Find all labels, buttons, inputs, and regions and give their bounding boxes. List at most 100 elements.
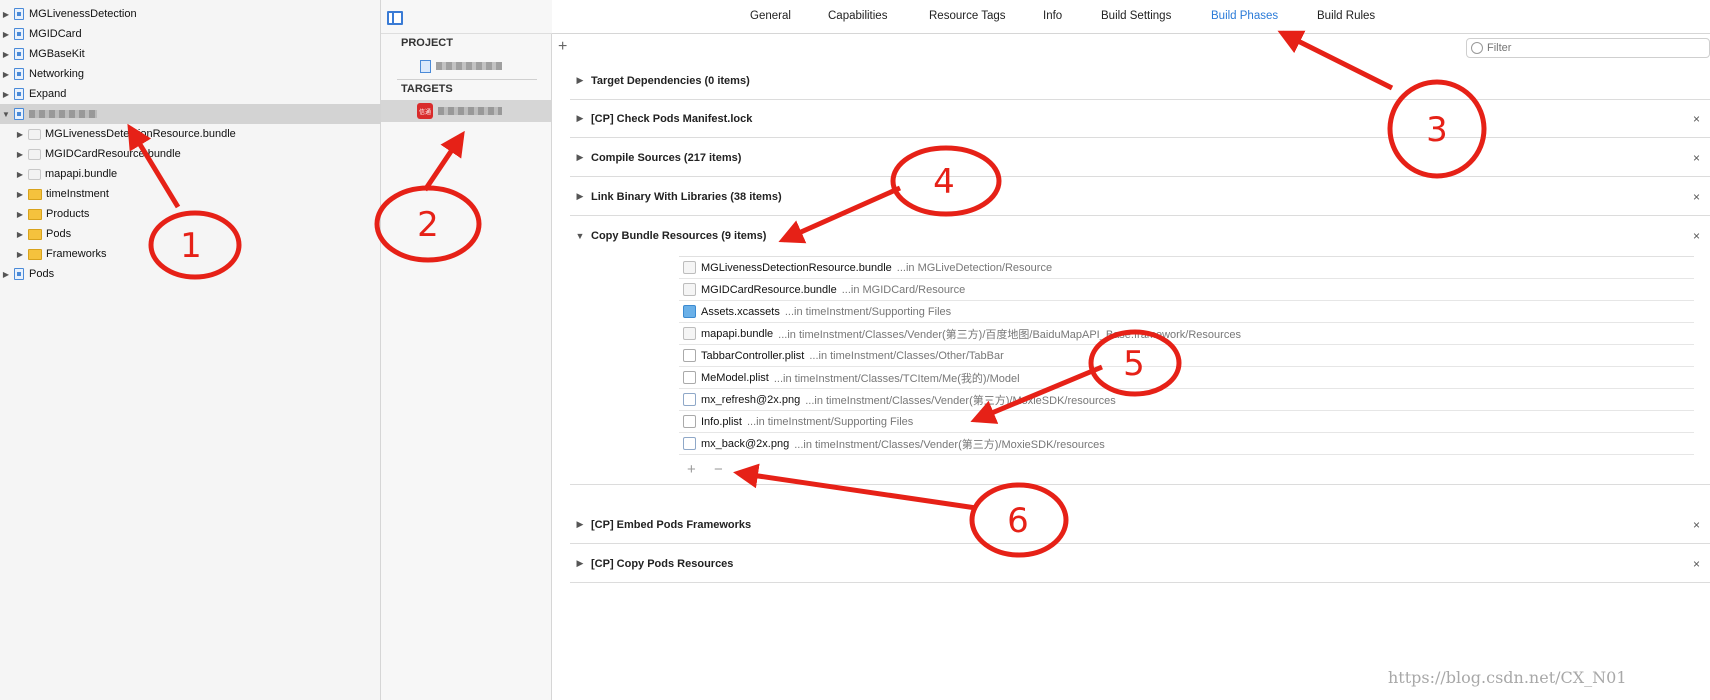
disclosure-closed-icon[interactable]: ▶ <box>1 10 11 19</box>
project-item[interactable] <box>381 55 552 77</box>
sidebar-toggle-icon[interactable] <box>387 11 403 25</box>
project-name-redacted <box>29 110 97 118</box>
disclosure-closed-icon[interactable]: ▶ <box>1 30 11 39</box>
navigator-row[interactable]: ▶ Networking <box>0 64 381 84</box>
bundle-icon <box>28 148 41 160</box>
navigator-row[interactable]: ▶ MGIDCard <box>0 24 381 44</box>
disclosure-closed-icon[interactable]: ▶ <box>572 113 588 124</box>
bundle-file-icon <box>683 261 696 274</box>
tab-build-phases[interactable]: Build Phases <box>1211 10 1278 22</box>
add-build-phase-button[interactable]: + <box>558 38 567 56</box>
file-icon <box>14 68 24 80</box>
disclosure-closed-icon[interactable]: ▶ <box>1 90 11 99</box>
filter-input[interactable] <box>1487 42 1687 54</box>
resource-row[interactable]: mapapi.bundle ...in timeInstment/Classes/… <box>679 323 1694 345</box>
resource-row[interactable]: mx_refresh@2x.png ...in timeInstment/Clas… <box>679 389 1694 411</box>
resource-name: mx_back@2x.png <box>701 437 790 450</box>
navigator-row[interactable]: ▶ Expand <box>0 84 381 104</box>
filter-field[interactable] <box>1466 38 1710 58</box>
file-icon <box>14 28 24 40</box>
navigator-row[interactable]: ▶ MGLivenessDetection <box>0 4 381 24</box>
resource-row[interactable]: MGLivenessDetectionResource.bundle ...in … <box>679 257 1694 279</box>
disclosure-closed-icon[interactable]: ▶ <box>15 230 25 239</box>
file-icon <box>14 88 24 100</box>
build-phase[interactable]: ▶ [CP] Embed Pods Frameworks × <box>570 506 1710 544</box>
targets-pane-top <box>381 0 552 34</box>
disclosure-closed-icon[interactable]: ▶ <box>572 152 588 163</box>
navigator-row[interactable]: ▼ <box>0 104 381 124</box>
disclosure-closed-icon[interactable]: ▶ <box>572 75 588 86</box>
disclosure-closed-icon[interactable]: ▶ <box>572 191 588 202</box>
tab-capabilities[interactable]: Capabilities <box>828 10 887 22</box>
disclosure-closed-icon[interactable]: ▶ <box>572 519 588 530</box>
navigator-row[interactable]: ▶ mapapi.bundle <box>0 164 381 184</box>
delete-phase-icon[interactable]: × <box>1693 112 1700 126</box>
navigator-row[interactable]: ▶ Pods <box>0 264 381 284</box>
build-phase-title: Target Dependencies (0 items) <box>591 74 750 87</box>
tab-resource-tags[interactable]: Resource Tags <box>929 10 1006 22</box>
disclosure-open-icon[interactable]: ▼ <box>1 110 11 119</box>
resource-path: ...in timeInstment/Supporting Files <box>784 305 952 318</box>
bundle-file-icon <box>683 283 696 296</box>
tab-general[interactable]: General <box>750 10 791 22</box>
build-phase-title: [CP] Copy Pods Resources <box>591 557 734 570</box>
png-file-icon <box>683 437 696 450</box>
disclosure-closed-icon[interactable]: ▶ <box>15 250 25 259</box>
targets-section-header: TARGETS <box>401 83 453 95</box>
build-phase[interactable]: ▶ Link Binary With Libraries (38 items) × <box>570 178 1710 216</box>
build-phase[interactable]: ▶ [CP] Check Pods Manifest.lock × <box>570 100 1710 138</box>
resource-name: MGIDCardResource.bundle <box>701 283 837 296</box>
delete-phase-icon[interactable]: × <box>1693 557 1700 571</box>
navigator-row-label: mapapi.bundle <box>45 168 118 180</box>
disclosure-closed-icon[interactable]: ▶ <box>1 50 11 59</box>
disclosure-closed-icon[interactable]: ▶ <box>1 270 11 279</box>
navigator-row[interactable]: ▶ MGIDCardResource.bundle <box>0 144 381 164</box>
build-phase[interactable]: ▼ Copy Bundle Resources (9 items) × <box>570 217 1710 255</box>
project-file-icon <box>420 59 431 73</box>
tab-build-rules[interactable]: Build Rules <box>1317 10 1375 22</box>
disclosure-closed-icon[interactable]: ▶ <box>15 210 25 219</box>
disclosure-closed-icon[interactable]: ▶ <box>15 190 25 199</box>
resource-row[interactable]: Info.plist ...in timeInstment/Supporting … <box>679 411 1694 433</box>
disclosure-open-icon[interactable]: ▼ <box>572 231 588 241</box>
target-item-app[interactable]: 信通 <box>381 100 552 122</box>
resource-name: Assets.xcassets <box>701 305 780 318</box>
navigator-row[interactable]: ▶ MGLivenessDetectionResource.bundle <box>0 124 381 144</box>
tab-info[interactable]: Info <box>1043 10 1062 22</box>
navigator-row[interactable]: ▶ Pods <box>0 224 381 244</box>
add-resource-button[interactable]: + <box>687 461 696 478</box>
disclosure-closed-icon[interactable]: ▶ <box>1 70 11 79</box>
resource-row[interactable]: Assets.xcassets ...in timeInstment/Suppor… <box>679 301 1694 323</box>
build-phase[interactable]: ▶ Target Dependencies (0 items) <box>570 62 1710 100</box>
build-phase[interactable]: ▶ Compile Sources (217 items) × <box>570 139 1710 177</box>
delete-phase-icon[interactable]: × <box>1693 229 1700 243</box>
bundle-icon <box>28 168 41 180</box>
build-phase[interactable]: ▶ [CP] Copy Pods Resources × <box>570 545 1710 583</box>
resource-row[interactable]: TabbarController.plist ...in timeInstment… <box>679 345 1694 367</box>
resource-row[interactable]: mx_back@2x.png ...in timeInstment/Classes… <box>679 433 1694 455</box>
tab-build-settings[interactable]: Build Settings <box>1101 10 1171 22</box>
delete-phase-icon[interactable]: × <box>1693 151 1700 165</box>
navigator-row[interactable]: ▶ Products <box>0 204 381 224</box>
remove-resource-button[interactable]: − <box>714 461 723 478</box>
disclosure-closed-icon[interactable]: ▶ <box>15 170 25 179</box>
navigator-row-label: Pods <box>46 228 72 240</box>
navigator-row[interactable]: ▶ Frameworks <box>0 244 381 264</box>
build-phase-title: Copy Bundle Resources (9 items) <box>591 230 767 242</box>
resource-name: Info.plist <box>701 415 742 428</box>
navigator-row-label: MGLivenessDetectionResource.bundle <box>45 128 236 140</box>
editor-tab-bar: General Capabilities Resource Tags Info Buil… <box>387 0 1710 34</box>
resource-row[interactable]: MGIDCardResource.bundle ...in MGIDCard/Re… <box>679 279 1694 301</box>
file-icon <box>14 48 24 60</box>
navigator-row[interactable]: ▶ timeInstment <box>0 184 381 204</box>
phase-divider <box>570 484 1710 485</box>
resource-row[interactable]: MeModel.plist ...in timeInstment/Classes/… <box>679 367 1694 389</box>
disclosure-closed-icon[interactable]: ▶ <box>572 558 588 569</box>
delete-phase-icon[interactable]: × <box>1693 190 1700 204</box>
disclosure-closed-icon[interactable]: ▶ <box>15 130 25 139</box>
disclosure-closed-icon[interactable]: ▶ <box>15 150 25 159</box>
project-navigator: ▶ MGLivenessDetection ▶ MGIDCard ▶ MGBaseKit ▶… <box>0 0 381 700</box>
delete-phase-icon[interactable]: × <box>1693 518 1700 532</box>
navigator-row-label: Frameworks <box>46 248 107 260</box>
navigator-row[interactable]: ▶ MGBaseKit <box>0 44 381 64</box>
